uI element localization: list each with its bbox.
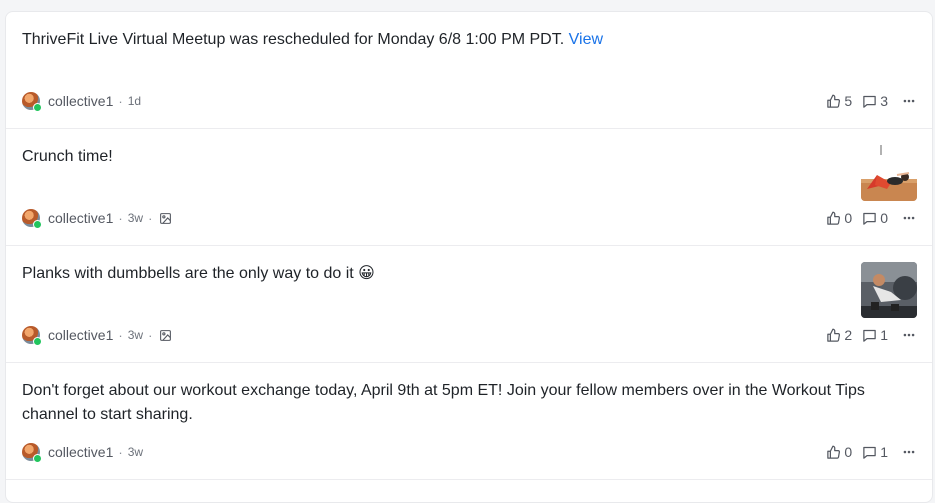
- online-status-dot: [33, 220, 42, 229]
- comment-icon: [862, 94, 877, 109]
- feed-post[interactable]: ThriveFit Live Virtual Meetup was resche…: [6, 12, 932, 129]
- like-count: 2: [844, 327, 853, 343]
- post-body: Planks with dumbbells are the only way t…: [22, 265, 375, 282]
- post-body: ThriveFit Live Virtual Meetup was resche…: [22, 31, 565, 48]
- thumbs-up-icon: [826, 211, 841, 226]
- activity-feed: ThriveFit Live Virtual Meetup was resche…: [5, 11, 933, 503]
- separator-dot: ·: [118, 93, 123, 109]
- comment-count: 1: [880, 327, 888, 343]
- avatar[interactable]: [22, 92, 42, 112]
- more-options-button[interactable]: [902, 328, 916, 342]
- comment-button[interactable]: 1: [862, 444, 888, 460]
- post-thumbnail[interactable]: [861, 145, 917, 201]
- image-icon: [159, 212, 172, 225]
- more-options-button[interactable]: [902, 445, 916, 459]
- image-icon: [159, 329, 172, 342]
- like-count: 0: [844, 444, 853, 460]
- more-horizontal-icon: [902, 94, 916, 108]
- post-body: Don't forget about our workout exchange …: [22, 382, 865, 423]
- post-meta: collective1 · 3w: [22, 442, 144, 463]
- more-horizontal-icon: [902, 328, 916, 342]
- post-meta: collective1 · 1d: [22, 91, 142, 112]
- more-options-button[interactable]: [902, 94, 916, 108]
- like-button[interactable]: 0: [826, 444, 852, 460]
- author-name[interactable]: collective1: [48, 444, 113, 460]
- author-name[interactable]: collective1: [48, 93, 113, 109]
- more-options-button[interactable]: [902, 211, 916, 225]
- more-horizontal-icon: [902, 445, 916, 459]
- post-text: Planks with dumbbells are the only way t…: [22, 262, 852, 286]
- post-actions: 0 1: [816, 442, 916, 462]
- post-time: 3w: [127, 445, 144, 459]
- comment-button[interactable]: 0: [862, 210, 888, 226]
- online-status-dot: [33, 454, 42, 463]
- post-actions: 2 1: [816, 325, 916, 345]
- post-time: 1d: [127, 94, 142, 108]
- thumbs-up-icon: [826, 328, 841, 343]
- post-thumbnail[interactable]: [861, 262, 917, 318]
- more-horizontal-icon: [902, 211, 916, 225]
- like-button[interactable]: 5: [826, 93, 852, 109]
- separator-dot: ·: [148, 327, 153, 343]
- post-text: Crunch time!: [22, 145, 852, 169]
- author-name[interactable]: collective1: [48, 210, 113, 226]
- feed-post[interactable]: Planks with dumbbells are the only way t…: [6, 246, 932, 363]
- comment-button[interactable]: 1: [862, 327, 888, 343]
- comment-count: 3: [880, 93, 888, 109]
- post-actions: 0 0: [816, 208, 916, 228]
- like-button[interactable]: 2: [826, 327, 852, 343]
- comment-icon: [862, 211, 877, 226]
- thumbs-up-icon: [826, 94, 841, 109]
- author-name[interactable]: collective1: [48, 327, 113, 343]
- separator-dot: ·: [118, 327, 123, 343]
- online-status-dot: [33, 103, 42, 112]
- post-time: 3w: [127, 211, 144, 225]
- post-actions: 5 3: [816, 91, 916, 111]
- comment-icon: [862, 328, 877, 343]
- comment-button[interactable]: 3: [862, 93, 888, 109]
- thumbs-up-icon: [826, 445, 841, 460]
- feed-post[interactable]: Crunch time! collective1 · 3w · 0 0: [6, 129, 932, 246]
- comment-icon: [862, 445, 877, 460]
- view-link[interactable]: View: [569, 31, 603, 48]
- post-text: ThriveFit Live Virtual Meetup was resche…: [22, 28, 852, 52]
- post-time: 3w: [127, 328, 144, 342]
- separator-dot: ·: [118, 444, 123, 460]
- post-meta: collective1 · 3w ·: [22, 325, 172, 346]
- avatar[interactable]: [22, 209, 42, 229]
- like-count: 0: [844, 210, 853, 226]
- comment-count: 1: [880, 444, 888, 460]
- separator-dot: ·: [148, 210, 153, 226]
- avatar[interactable]: [22, 326, 42, 346]
- separator-dot: ·: [118, 210, 123, 226]
- comment-count: 0: [880, 210, 888, 226]
- like-button[interactable]: 0: [826, 210, 852, 226]
- avatar[interactable]: [22, 443, 42, 463]
- like-count: 5: [844, 93, 853, 109]
- feed-post[interactable]: Don't forget about our workout exchange …: [6, 363, 932, 480]
- post-text: Don't forget about our workout exchange …: [22, 379, 908, 427]
- post-body: Crunch time!: [22, 148, 113, 165]
- online-status-dot: [33, 337, 42, 346]
- post-meta: collective1 · 3w ·: [22, 208, 172, 229]
